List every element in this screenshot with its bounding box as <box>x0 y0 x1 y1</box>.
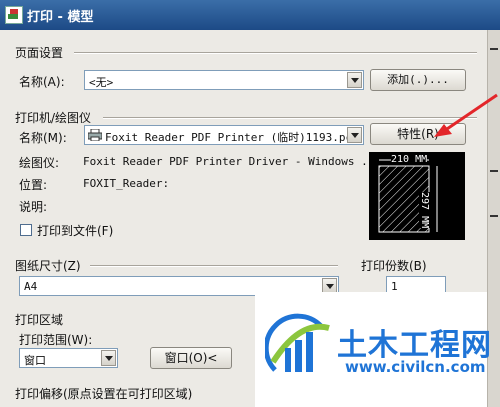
plot-range-select[interactable]: 窗口 <box>19 348 118 368</box>
paper-preview: 210 MM 297 MM <box>369 152 465 240</box>
plotter-label: 绘图仪: <box>19 156 60 170</box>
panel-marker <box>490 48 498 50</box>
paper-width-label: 210 MM <box>391 154 428 165</box>
page-setup-name-value: <无> <box>89 76 114 89</box>
printer-name-label: 名称(M): <box>19 131 67 145</box>
section-divider <box>103 117 477 119</box>
printer-name-value: Foxit Reader PDF Printer (临时)1193.pc3 <box>105 131 359 144</box>
plot-area-section-label: 打印区域 <box>15 313 64 327</box>
window-title: 打印 - 模型 <box>27 10 94 25</box>
print-to-file-checkbox[interactable] <box>20 224 32 236</box>
window-select-button[interactable]: 窗口(O)< <box>150 347 232 369</box>
print-to-file-label: 打印到文件(F) <box>37 224 114 238</box>
panel-marker <box>490 215 498 217</box>
plotter-value: Foxit Reader PDF Printer Driver - Window… <box>83 155 382 168</box>
watermark-overlay: 土木工程网 www.civilcn.com <box>255 292 491 407</box>
location-value: FOXIT_Reader: <box>83 177 170 190</box>
watermark-url: www.civilcn.com <box>345 358 486 376</box>
location-label: 位置: <box>19 178 48 192</box>
red-arrow-annotation <box>434 93 498 137</box>
plot-range-label: 打印范围(W): <box>19 333 93 347</box>
title-bar: 打印 - 模型 <box>0 0 500 30</box>
paper-size-section-label: 图纸尺寸(Z) <box>15 259 81 273</box>
printer-section-label: 打印机/绘图仪 <box>15 111 92 125</box>
chevron-down-icon[interactable] <box>101 350 116 366</box>
page-setup-name-label: 名称(A): <box>19 75 65 89</box>
paper-height-label: 297 MM <box>419 192 430 229</box>
plot-offset-section-label: 打印偏移(原点设置在可打印区域) <box>15 387 193 401</box>
paper-size-value: A4 <box>24 280 38 293</box>
page-setup-section-label: 页面设置 <box>15 46 64 60</box>
section-divider <box>90 265 338 267</box>
panel-marker <box>490 170 498 172</box>
page-setup-name-select[interactable]: <无> <box>84 70 364 90</box>
section-divider <box>74 52 477 54</box>
watermark-logo-icon <box>265 313 330 372</box>
printer-name-select[interactable]: Foxit Reader PDF Printer (临时)1193.pc3 <box>84 125 364 145</box>
printer-icon <box>88 129 102 141</box>
autocad-app-icon <box>5 6 23 24</box>
chevron-down-icon[interactable] <box>347 127 362 143</box>
description-label: 说明: <box>19 200 48 214</box>
paper-preview-graphic <box>378 159 438 233</box>
plot-range-value: 窗口 <box>24 354 46 367</box>
chevron-down-icon[interactable] <box>347 72 362 88</box>
add-page-setup-button[interactable]: 添加(.)... <box>370 69 466 91</box>
copies-section-label: 打印份数(B) <box>361 259 427 273</box>
